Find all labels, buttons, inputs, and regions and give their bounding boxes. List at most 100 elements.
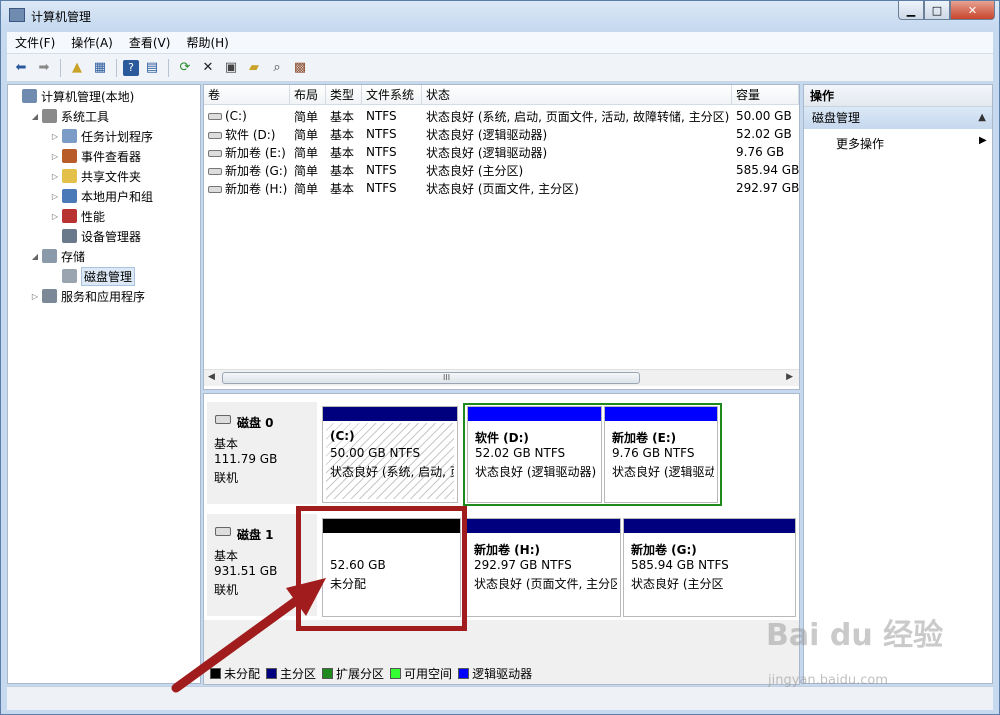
expander-icon[interactable]: ▷ xyxy=(50,172,60,181)
tree-item[interactable]: ◢ 系统工具 xyxy=(30,107,109,125)
expander-icon[interactable]: ▷ xyxy=(50,212,60,221)
minimize-button[interactable]: ▁ xyxy=(898,1,924,20)
collapse-icon[interactable]: ▲ xyxy=(978,107,986,129)
navigation-tree: 计算机管理(本地) ◢ 系统工具 ▷ 任务计划程序 ▷ 事件查看器 ▷ 共享文件夹 ▷ 本地用户和组… xyxy=(7,84,201,684)
tree-item-label: 设备管理器 xyxy=(81,229,142,244)
volume-row[interactable]: 新加卷 (G:) 简单 基本 NTFS 状态良好 (主分区) 585.94 GB xyxy=(204,161,799,179)
partition-body: 新加卷 (H:) 292.97 GB NTFS 状态良好 (页面文件, 主分区 xyxy=(470,535,617,613)
column-filesystem[interactable]: 文件系统 xyxy=(362,85,422,104)
more-actions-label: 更多操作 xyxy=(836,137,885,151)
partition-type-bar xyxy=(468,407,601,421)
menu-view[interactable]: 查看(V) xyxy=(121,34,179,51)
up-icon[interactable]: ▲ xyxy=(67,58,87,78)
storage-icon xyxy=(42,249,57,263)
partition-size: 9.76 GB NTFS xyxy=(612,446,695,460)
maximize-button[interactable]: □ xyxy=(924,1,950,20)
show-hide-action-icon[interactable]: ▤ xyxy=(142,58,162,78)
volume-fs-cell: NTFS xyxy=(366,181,397,195)
partition-block[interactable]: 新加卷 (H:) 292.97 GB NTFS 状态良好 (页面文件, 主分区 xyxy=(466,518,621,617)
perf-icon xyxy=(62,209,77,223)
tree-item[interactable]: ▷ 事件查看器 xyxy=(50,147,141,165)
volume-layout-cell: 简单 xyxy=(294,109,319,124)
expander-icon[interactable]: ▷ xyxy=(50,192,60,201)
horizontal-scrollbar[interactable]: ◀ III ▶ xyxy=(204,369,799,386)
partition-block[interactable]: (C:) 50.00 GB NTFS 状态良好 (系统, 启动, 页 xyxy=(322,406,458,503)
column-capacity[interactable]: 容量 xyxy=(732,85,799,104)
menu-help[interactable]: 帮助(H) xyxy=(178,34,236,51)
partition-block[interactable]: 新加卷 (E:) 9.76 GB NTFS 状态良好 (逻辑驱动 xyxy=(604,406,718,503)
volume-row[interactable]: 新加卷 (E:) 简单 基本 NTFS 状态良好 (逻辑驱动器) 9.76 GB xyxy=(204,143,799,161)
forward-icon[interactable]: ➡ xyxy=(34,58,54,78)
search-icon[interactable]: ⌕ xyxy=(267,58,287,78)
volume-row[interactable]: 软件 (D:) 简单 基本 NTFS 状态良好 (逻辑驱动器) 52.02 GB xyxy=(204,125,799,143)
computer-management-icon xyxy=(9,8,25,22)
open-icon[interactable]: ▰ xyxy=(244,58,264,78)
tree-item[interactable]: ▷ 共享文件夹 xyxy=(50,167,141,185)
tree-item[interactable]: 计算机管理(本地) xyxy=(10,87,134,105)
menu-action[interactable]: 操作(A) xyxy=(63,34,121,51)
volume-list-header: 卷 布局 类型 文件系统 状态 容量 xyxy=(204,85,799,105)
more-actions-item[interactable]: 更多操作 ▶ xyxy=(836,135,987,152)
column-status[interactable]: 状态 xyxy=(422,85,732,104)
actions-pane: 操作 磁盘管理 ▲ 更多操作 ▶ xyxy=(803,84,993,684)
column-volume[interactable]: 卷 xyxy=(204,85,290,104)
tree-item[interactable]: 磁盘管理 xyxy=(50,266,136,286)
close-button[interactable]: ✕ xyxy=(950,1,995,20)
show-hide-tree-icon[interactable]: ▦ xyxy=(90,58,110,78)
help-icon[interactable]: ? xyxy=(123,59,139,76)
tree-item-label: 任务计划程序 xyxy=(81,129,154,144)
tree-item-label: 系统工具 xyxy=(61,109,110,124)
disk-type: 基本 xyxy=(214,437,239,451)
column-type[interactable]: 类型 xyxy=(326,85,362,104)
tree-item[interactable]: ▷ 服务和应用程序 xyxy=(30,287,145,305)
volume-fs-cell: NTFS xyxy=(366,109,397,123)
volume-status-cell: 状态良好 (页面文件, 主分区) xyxy=(426,181,579,196)
tree-item[interactable]: ▷ 性能 xyxy=(50,207,105,225)
tree-item-label: 存储 xyxy=(61,249,86,264)
tree-item[interactable]: ▷ 本地用户和组 xyxy=(50,187,153,205)
volume-row[interactable]: 新加卷 (H:) 简单 基本 NTFS 状态良好 (页面文件, 主分区) 292.97 G… xyxy=(204,179,799,197)
volume-name-cell: (C:) xyxy=(204,109,290,123)
status-bar xyxy=(7,686,993,710)
title-bar[interactable]: 计算机管理 ▁ □ ✕ xyxy=(1,1,999,31)
tree-item[interactable]: 设备管理器 xyxy=(50,227,141,245)
scrollbar-thumb[interactable]: III xyxy=(222,372,640,384)
partition-title: 新加卷 (G:) xyxy=(631,543,697,557)
tree-item[interactable]: ◢ 存储 xyxy=(30,247,85,265)
expander-icon[interactable]: ▷ xyxy=(30,292,40,301)
column-layout[interactable]: 布局 xyxy=(290,85,326,104)
actions-section-label: 磁盘管理 xyxy=(812,111,861,125)
delete-icon[interactable]: ✕ xyxy=(198,58,218,78)
expander-icon[interactable]: ▷ xyxy=(50,152,60,161)
volume-name: (C:) xyxy=(225,109,247,123)
watermark-logo: Bai du 经验 xyxy=(766,618,944,653)
partition-status: 状态良好 (逻辑驱动 xyxy=(612,465,714,479)
disk-info-0[interactable]: 磁盘 0 基本 111.79 GB 联机 xyxy=(207,402,317,504)
volume-name-cell: 软件 (D:) xyxy=(204,126,290,143)
tree-item[interactable]: ▷ 任务计划程序 xyxy=(50,127,153,145)
partition-size: 52.02 GB NTFS xyxy=(475,446,566,460)
refresh-icon[interactable]: ⟳ xyxy=(175,58,195,78)
scroll-right-icon[interactable]: ▶ xyxy=(786,372,793,382)
partition-title: 新加卷 (E:) xyxy=(612,431,677,445)
menu-file[interactable]: 文件(F) xyxy=(7,34,63,51)
watermark-url: jingyan.baidu.com xyxy=(768,673,888,688)
expander-icon[interactable]: ◢ xyxy=(30,112,40,121)
users-icon xyxy=(62,189,77,203)
volume-type-cell: 基本 xyxy=(330,163,355,178)
export-icon[interactable]: ▩ xyxy=(290,58,310,78)
back-icon[interactable]: ⬅ xyxy=(11,58,31,78)
expander-icon[interactable]: ◢ xyxy=(30,252,40,261)
volume-name: 软件 (D:) xyxy=(225,127,276,142)
volume-row[interactable]: (C:) 简单 基本 NTFS 状态良好 (系统, 启动, 页面文件, 活动, 故障转储… xyxy=(204,107,799,125)
partition-type-bar xyxy=(323,407,457,421)
properties-icon[interactable]: ▣ xyxy=(221,58,241,78)
volume-name: 新加卷 (H:) xyxy=(225,181,288,196)
partition-block[interactable]: 软件 (D:) 52.02 GB NTFS 状态良好 (逻辑驱动器) xyxy=(467,406,602,503)
tree-item-label: 共享文件夹 xyxy=(81,169,142,184)
scroll-left-icon[interactable]: ◀ xyxy=(208,372,215,382)
legend-swatch xyxy=(210,667,221,679)
actions-section-disk-management[interactable]: 磁盘管理 ▲ xyxy=(804,107,992,129)
partition-block[interactable]: 新加卷 (G:) 585.94 GB NTFS 状态良好 (主分区 xyxy=(623,518,796,617)
expander-icon[interactable]: ▷ xyxy=(50,132,60,141)
